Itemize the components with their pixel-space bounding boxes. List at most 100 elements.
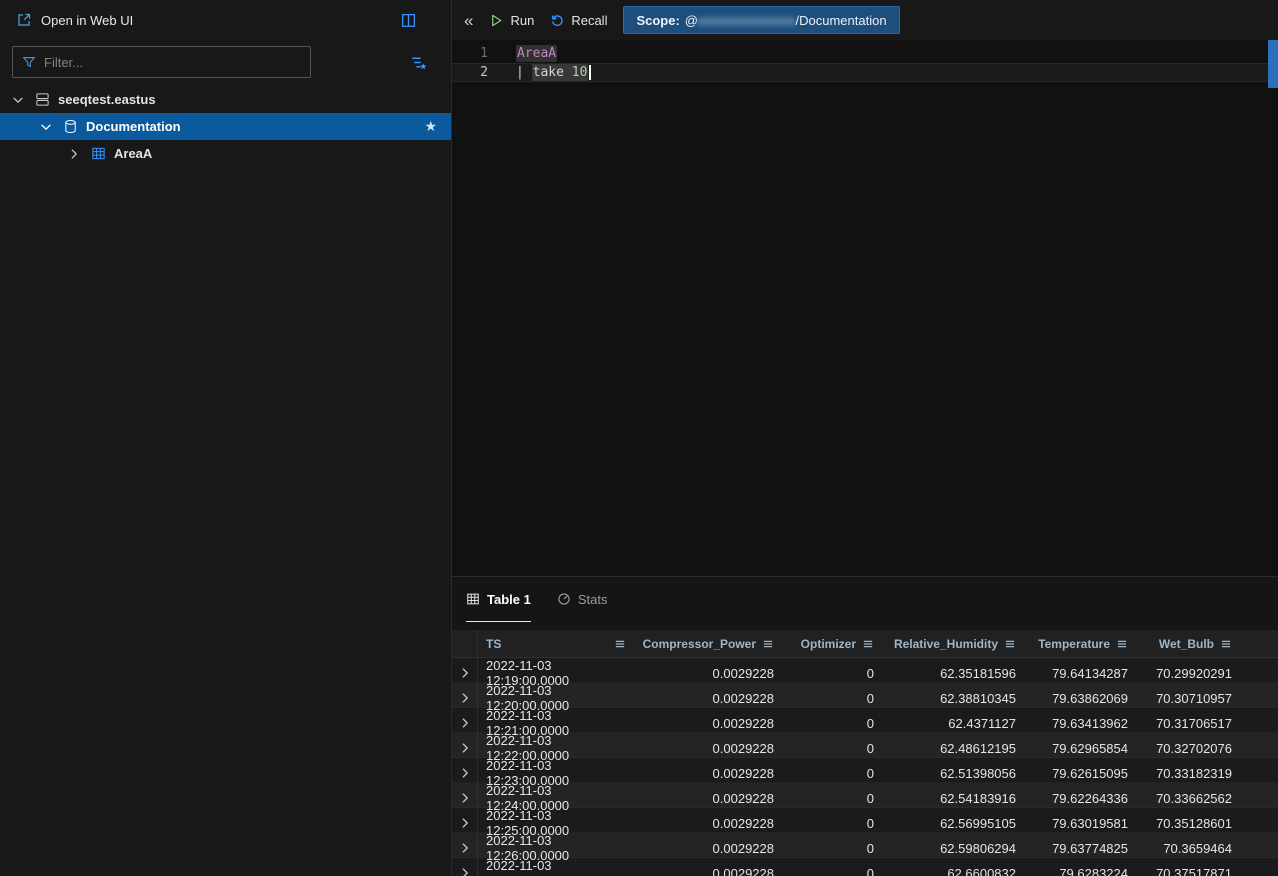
table-row[interactable]: 2022-11-03 12:25:00.00000.0029228062.569…: [452, 808, 1278, 833]
tree-item-seeqtest-eastus[interactable]: seeqtest.eastus: [0, 86, 451, 113]
table-row[interactable]: 2022-11-03 12:19:00.00000.0029228062.351…: [452, 658, 1278, 683]
split-editor-icon[interactable]: [400, 12, 417, 29]
cell-relative_humidity: 62.38810345: [884, 691, 1026, 706]
column-header-label: TS: [486, 637, 501, 651]
chevron-right-icon[interactable]: [66, 146, 82, 162]
column-header-label: Relative_Humidity: [894, 637, 998, 651]
table-row[interactable]: 2022-11-03 12:24:00.00000.0029228062.541…: [452, 783, 1278, 808]
column-header-label: Wet_Bulb: [1159, 637, 1214, 651]
tree-item-label: AreaA: [114, 146, 152, 161]
results-panel: Table 1 Stats TS Compressor_Power Optimize…: [452, 576, 1278, 876]
favorite-star-icon[interactable]: ★: [424, 118, 437, 135]
column-header-wet_bulb[interactable]: Wet_Bulb: [1138, 630, 1242, 657]
cell-relative_humidity: 62.48612195: [884, 741, 1026, 756]
column-header-optimizer[interactable]: Optimizer: [784, 630, 884, 657]
tree: seeqtest.eastusDocumentation★ AreaA: [0, 84, 451, 167]
table-row[interactable]: 2022-11-03 12:20:00.00000.0029228062.388…: [452, 683, 1278, 708]
column-menu-icon[interactable]: [1220, 638, 1232, 650]
database-icon: [62, 119, 78, 135]
cell-relative_humidity: 62.6600832: [884, 866, 1026, 876]
recall-button[interactable]: Recall: [550, 13, 607, 28]
cell-compressor_power: 0.0029228: [636, 766, 784, 781]
tab-table-1[interactable]: Table 1: [466, 577, 531, 622]
column-header-label: Optimizer: [801, 637, 856, 651]
editor-toolbar: « Run Recall Scope: @: [452, 0, 1278, 40]
cell-compressor_power: 0.0029228: [636, 741, 784, 756]
results-tabbar: Table 1 Stats: [452, 577, 1278, 622]
cell-optimizer: 0: [784, 866, 884, 876]
table-row[interactable]: 2022-11-03 12:21:00.00000.0029228062.437…: [452, 708, 1278, 733]
scope-at: @: [685, 13, 698, 28]
tab-stats[interactable]: Stats: [557, 577, 608, 622]
main-area: « Run Recall Scope: @: [452, 0, 1278, 876]
filter-box[interactable]: [12, 46, 311, 78]
editor-scrollbar-decoration[interactable]: [1268, 40, 1278, 88]
cell-wet_bulb: 70.35128601: [1138, 816, 1242, 831]
row-expand-icon[interactable]: [452, 858, 478, 876]
scope-redacted-text: xxxxxxxxxxxxx: [698, 13, 796, 28]
tab-label: Table 1: [487, 592, 531, 607]
cell-temperature: 79.6283224: [1026, 866, 1138, 876]
cell-wet_bulb: 70.37517871: [1138, 866, 1242, 876]
column-header-label: Temperature: [1038, 637, 1110, 651]
column-menu-icon[interactable]: [1004, 638, 1016, 650]
pinned-filter-icon[interactable]: [410, 54, 427, 71]
column-menu-icon[interactable]: [762, 638, 774, 650]
line-content: | take 10: [488, 65, 591, 80]
open-in-web-ui-button[interactable]: Open in Web UI: [41, 13, 133, 28]
cell-temperature: 79.63862069: [1026, 691, 1138, 706]
filter-row: [0, 40, 451, 84]
column-menu-icon[interactable]: [614, 638, 626, 650]
code-line[interactable]: 2| take 10: [452, 63, 1278, 82]
cell-compressor_power: 0.0029228: [636, 716, 784, 731]
tree-item-areaa[interactable]: AreaA: [0, 140, 451, 167]
tree-item-documentation[interactable]: Documentation★: [0, 113, 451, 140]
cell-compressor_power: 0.0029228: [636, 816, 784, 831]
column-header-relative_humidity[interactable]: Relative_Humidity: [884, 630, 1026, 657]
cell-wet_bulb: 70.29920291: [1138, 666, 1242, 681]
line-number: 1: [452, 46, 488, 61]
scope-suffix: /Documentation: [796, 13, 887, 28]
collapse-panel-icon[interactable]: «: [464, 12, 473, 29]
table-row[interactable]: 2022-11-03 12:27:00.00000.0029228062.660…: [452, 858, 1278, 876]
line-content: AreaA: [488, 46, 557, 61]
cell-optimizer: 0: [784, 716, 884, 731]
cell-compressor_power: 0.0029228: [636, 666, 784, 681]
column-header-ts[interactable]: TS: [478, 630, 636, 657]
scope-button[interactable]: Scope: @ xxxxxxxxxxxxx /Documentation: [623, 6, 899, 34]
text-cursor: [589, 65, 591, 80]
filter-input[interactable]: [44, 55, 301, 70]
tab-label: Stats: [578, 592, 608, 607]
column-menu-icon[interactable]: [1116, 638, 1128, 650]
column-header-compressor_power[interactable]: Compressor_Power: [636, 630, 784, 657]
cell-compressor_power: 0.0029228: [636, 841, 784, 856]
cell-optimizer: 0: [784, 816, 884, 831]
recall-label: Recall: [571, 13, 607, 28]
run-label: Run: [510, 13, 534, 28]
cell-temperature: 79.63019581: [1026, 816, 1138, 831]
chevron-down-icon[interactable]: [38, 119, 54, 135]
cell-compressor_power: 0.0029228: [636, 866, 784, 876]
cell-relative_humidity: 62.56995105: [884, 816, 1026, 831]
table-icon: [90, 146, 106, 162]
open-external-icon[interactable]: [16, 12, 32, 28]
cell-temperature: 79.62615095: [1026, 766, 1138, 781]
table-row[interactable]: 2022-11-03 12:22:00.00000.0029228062.486…: [452, 733, 1278, 758]
code-line[interactable]: 1AreaA: [452, 44, 1278, 63]
cell-optimizer: 0: [784, 766, 884, 781]
chevron-down-icon[interactable]: [10, 92, 26, 108]
column-header-label: Compressor_Power: [643, 637, 756, 651]
run-button[interactable]: Run: [489, 13, 534, 28]
cell-relative_humidity: 62.35181596: [884, 666, 1026, 681]
recall-history-icon: [550, 13, 565, 28]
column-header-temperature[interactable]: Temperature: [1026, 630, 1138, 657]
cell-ts: 2022-11-03 12:27:00.0000: [478, 858, 636, 876]
cell-wet_bulb: 70.31706517: [1138, 716, 1242, 731]
cell-optimizer: 0: [784, 691, 884, 706]
table-row[interactable]: 2022-11-03 12:23:00.00000.0029228062.513…: [452, 758, 1278, 783]
column-menu-icon[interactable]: [862, 638, 874, 650]
query-editor[interactable]: 1AreaA2| take 10: [452, 40, 1278, 576]
table-row[interactable]: 2022-11-03 12:26:00.00000.0029228062.598…: [452, 833, 1278, 858]
cell-optimizer: 0: [784, 791, 884, 806]
results-header: TS Compressor_Power Optimizer Relative_Humi…: [452, 630, 1278, 658]
